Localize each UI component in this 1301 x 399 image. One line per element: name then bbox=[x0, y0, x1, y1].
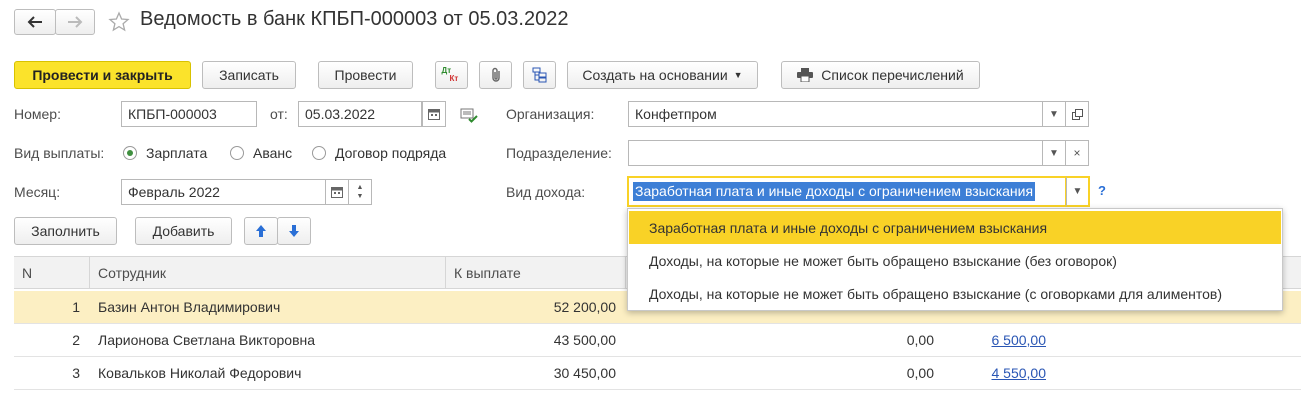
income-type-dropdown-list: Заработная плата и иные доходы с огранич… bbox=[627, 208, 1283, 311]
income-type-label: Вид дохода: bbox=[506, 184, 586, 200]
open-icon bbox=[1071, 108, 1083, 120]
month-spinner[interactable]: ▲ ▼ bbox=[348, 179, 372, 205]
radio-contract-label[interactable]: Договор подряда bbox=[335, 145, 446, 161]
employee-name: Ковальков Николай Федорович bbox=[98, 365, 302, 381]
table-row[interactable]: 2 Ларионова Светлана Викторовна 43 500,0… bbox=[14, 324, 1301, 357]
radio-salary-label[interactable]: Зарплата bbox=[146, 145, 207, 161]
deduction-link[interactable]: 4 550,00 bbox=[954, 357, 1047, 389]
radio-contract[interactable] bbox=[312, 146, 326, 160]
department-label: Подразделение: bbox=[506, 145, 612, 161]
back-button[interactable] bbox=[14, 9, 56, 35]
month-calendar-button[interactable] bbox=[325, 179, 349, 205]
forward-button[interactable] bbox=[55, 9, 95, 35]
column-n[interactable]: N bbox=[14, 257, 90, 288]
hierarchy-icon bbox=[532, 67, 546, 83]
row-number: 3 bbox=[72, 365, 80, 381]
income-type-dropdown-button[interactable]: ▼ bbox=[1066, 176, 1090, 207]
month-label: Месяц: bbox=[14, 184, 61, 200]
employee-name: Базин Антон Владимирович bbox=[98, 299, 281, 315]
dt-kt-icon: Дт Кт bbox=[441, 66, 459, 83]
arrow-up-icon bbox=[256, 225, 266, 237]
structure-button[interactable] bbox=[523, 61, 556, 89]
printer-icon bbox=[797, 68, 814, 82]
dt-kt-button[interactable]: Дт Кт bbox=[435, 61, 468, 89]
month-field[interactable]: Февраль 2022 bbox=[121, 179, 326, 205]
amount: 43 500,00 bbox=[553, 332, 616, 348]
department-field[interactable] bbox=[628, 140, 1043, 166]
document-status-icon[interactable] bbox=[460, 107, 478, 123]
withheld-amount: 0,00 bbox=[906, 365, 934, 381]
amount: 52 200,00 bbox=[553, 299, 616, 315]
dropdown-option[interactable]: Доходы, на которые не может быть обращен… bbox=[629, 244, 1281, 277]
attachment-button[interactable] bbox=[479, 61, 512, 89]
deduction-link[interactable]: 6 500,00 bbox=[954, 324, 1047, 356]
number-field[interactable]: КПБП-000003 bbox=[121, 101, 257, 127]
department-clear-button[interactable]: × bbox=[1065, 140, 1089, 166]
organization-open-button[interactable] bbox=[1065, 101, 1089, 127]
page-title: Ведомость в банк КПБП-000003 от 05.03.20… bbox=[140, 8, 569, 30]
arrow-right-icon bbox=[68, 16, 83, 28]
row-number: 2 bbox=[72, 332, 80, 348]
arrow-left-icon bbox=[27, 16, 42, 28]
department-dropdown-button[interactable]: ▼ bbox=[1042, 140, 1066, 166]
dropdown-option[interactable]: Доходы, на которые не может быть обращен… bbox=[629, 277, 1281, 310]
radio-advance-label[interactable]: Аванс bbox=[253, 145, 292, 161]
move-up-button[interactable] bbox=[244, 217, 278, 245]
radio-salary[interactable] bbox=[123, 146, 137, 160]
calendar-button[interactable] bbox=[422, 101, 446, 127]
number-label: Номер: bbox=[14, 106, 61, 122]
radio-advance[interactable] bbox=[230, 146, 244, 160]
organization-label: Организация: bbox=[506, 106, 595, 122]
pay-type-label: Вид выплаты: bbox=[14, 145, 105, 161]
transfer-list-button[interactable]: Список перечислений bbox=[781, 61, 980, 89]
spin-down-icon[interactable]: ▼ bbox=[357, 192, 364, 201]
arrow-down-icon bbox=[289, 225, 299, 237]
post-button[interactable]: Провести bbox=[318, 61, 413, 89]
move-down-button[interactable] bbox=[277, 217, 311, 245]
row-number: 1 bbox=[72, 299, 80, 315]
calendar-icon bbox=[331, 187, 343, 198]
save-button[interactable]: Записать bbox=[202, 61, 296, 89]
star-icon[interactable] bbox=[108, 11, 130, 33]
clear-icon: × bbox=[1073, 146, 1081, 160]
create-based-on-button[interactable]: Создать на основании ▼ bbox=[567, 61, 758, 89]
withheld-amount: 0,00 bbox=[906, 332, 934, 348]
calendar-icon bbox=[428, 109, 440, 120]
amount: 30 450,00 bbox=[553, 365, 616, 381]
add-button[interactable]: Добавить bbox=[135, 217, 232, 245]
table-row[interactable]: 3 Ковальков Николай Федорович 30 450,00 … bbox=[14, 357, 1301, 390]
dropdown-option[interactable]: Заработная плата и иные доходы с огранич… bbox=[629, 211, 1281, 244]
post-and-close-button[interactable]: Провести и закрыть bbox=[14, 61, 191, 89]
organization-dropdown-button[interactable]: ▼ bbox=[1042, 101, 1066, 127]
date-field[interactable]: 05.03.2022 bbox=[298, 101, 422, 127]
chevron-down-icon: ▼ bbox=[733, 70, 743, 80]
employee-name: Ларионова Светлана Викторовна bbox=[98, 332, 316, 348]
income-type-value: Заработная плата и иные доходы с огранич… bbox=[633, 182, 1036, 201]
date-from-label: от: bbox=[270, 106, 288, 122]
paperclip-icon bbox=[491, 67, 500, 82]
fill-button[interactable]: Заполнить bbox=[14, 217, 117, 245]
organization-field[interactable]: Конфетпром bbox=[628, 101, 1043, 127]
spin-up-icon[interactable]: ▲ bbox=[357, 183, 364, 192]
column-employee[interactable]: Сотрудник bbox=[90, 257, 446, 288]
help-icon[interactable]: ? bbox=[1098, 183, 1106, 198]
column-amount[interactable]: К выплате bbox=[446, 257, 626, 288]
